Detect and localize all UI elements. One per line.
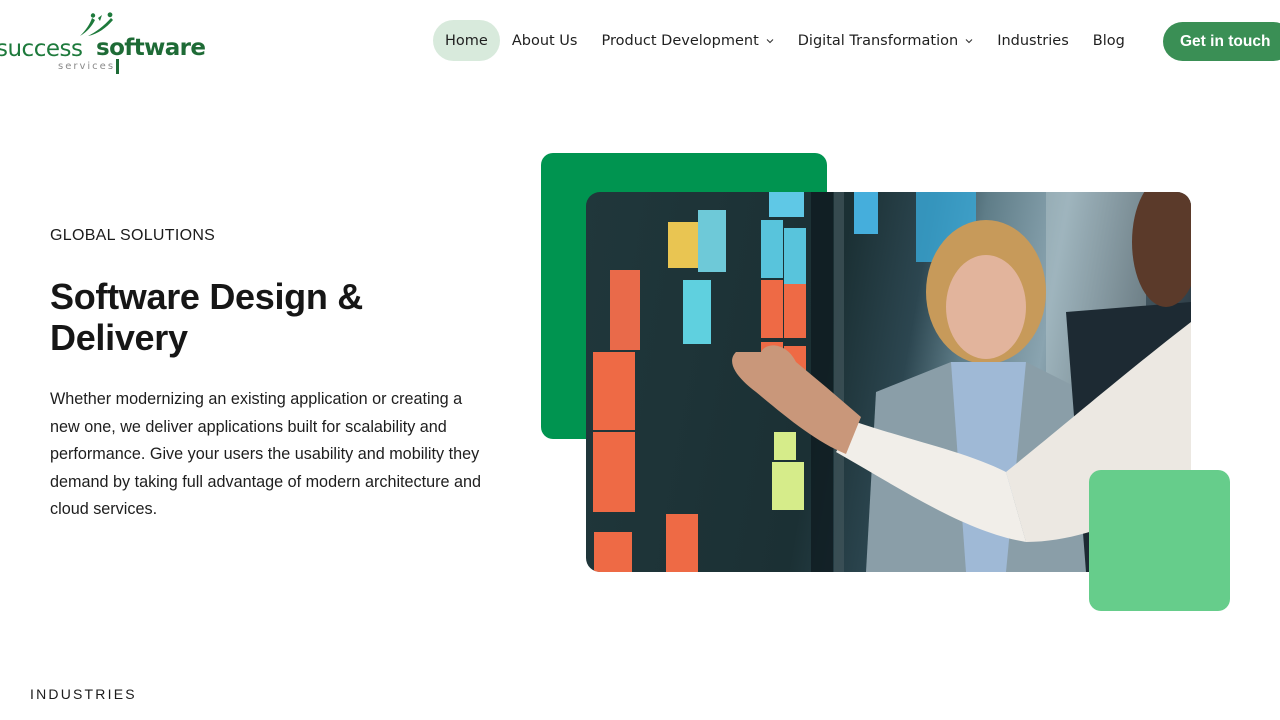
logo-word-services: services bbox=[58, 61, 116, 72]
hero-eyebrow: GLOBAL SOLUTIONS bbox=[50, 227, 216, 244]
sticky-note bbox=[666, 514, 698, 572]
sticky-note bbox=[761, 220, 783, 278]
hero-title: Software Design & Delivery bbox=[50, 276, 363, 358]
sticky-note bbox=[772, 462, 804, 510]
sticky-note bbox=[761, 280, 783, 338]
sticky-note bbox=[774, 432, 796, 460]
industries-section-label: INDUSTRIES bbox=[30, 686, 137, 702]
sticky-note bbox=[594, 532, 632, 572]
logo-divider bbox=[116, 59, 119, 74]
page: success software services Home About Us … bbox=[0, 0, 1280, 720]
nav-item-home[interactable]: Home bbox=[433, 20, 500, 61]
sticky-note bbox=[784, 284, 806, 338]
sticky-note bbox=[769, 192, 804, 217]
nav-item-blog[interactable]: Blog bbox=[1081, 20, 1137, 61]
sticky-note bbox=[683, 280, 711, 344]
nav-item-industries[interactable]: Industries bbox=[985, 20, 1081, 61]
nav-item-digital-transformation[interactable]: Digital Transformation bbox=[786, 20, 985, 61]
chevron-down-icon bbox=[766, 38, 774, 43]
decorative-green-square-front bbox=[1089, 470, 1230, 611]
logo[interactable]: success software services bbox=[0, 10, 206, 74]
nav-label: About Us bbox=[511, 32, 578, 49]
nav-label: Blog bbox=[1092, 32, 1125, 49]
logo-word-software: software bbox=[96, 35, 206, 61]
sticky-note bbox=[610, 270, 640, 350]
nav-label: Industries bbox=[997, 32, 1069, 49]
chevron-down-icon bbox=[965, 38, 973, 43]
sticky-note bbox=[784, 228, 806, 284]
nav-label: Product Development bbox=[601, 32, 759, 49]
nav-item-about-us[interactable]: About Us bbox=[500, 20, 590, 61]
nav-item-product-development[interactable]: Product Development bbox=[589, 20, 785, 61]
get-in-touch-button[interactable]: Get in touch bbox=[1163, 22, 1280, 61]
nav-label: Home bbox=[445, 32, 488, 49]
sticky-note bbox=[698, 210, 726, 272]
sticky-note bbox=[593, 352, 635, 430]
site-header: success software services Home About Us … bbox=[0, 0, 1280, 84]
sticky-note bbox=[593, 432, 635, 512]
sticky-note bbox=[854, 192, 878, 234]
logo-word-success: success bbox=[0, 36, 83, 62]
sticky-note bbox=[668, 222, 698, 268]
nav-label: Digital Transformation bbox=[797, 32, 959, 49]
main-nav: Home About Us Product Development Digita… bbox=[433, 20, 1137, 61]
hero-description: Whether modernizing an existing applicat… bbox=[50, 390, 482, 518]
